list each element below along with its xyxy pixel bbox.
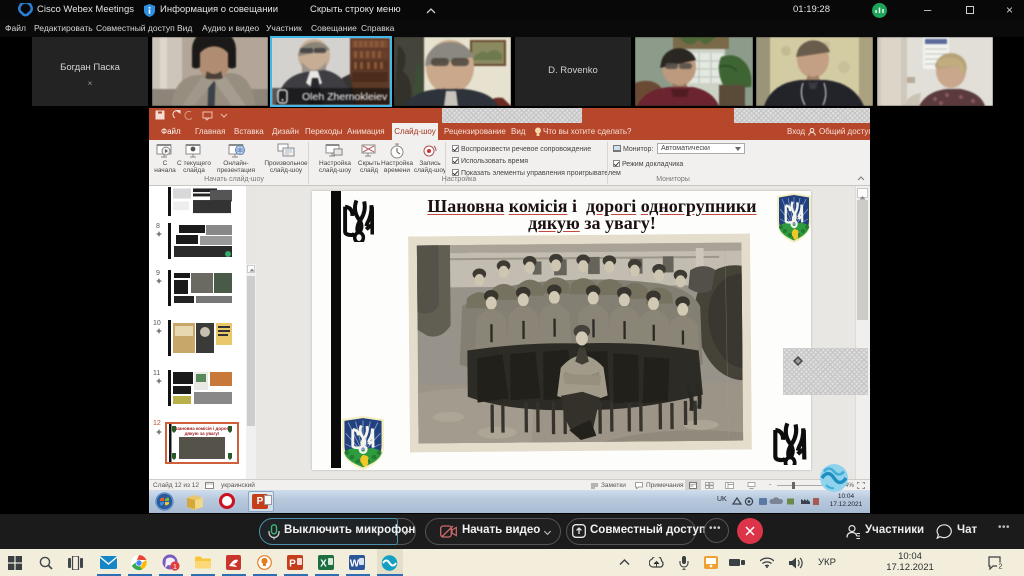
svg-text:Oleh Zhernokleiev: Oleh Zhernokleiev: [302, 91, 388, 103]
svg-text:W: W: [350, 559, 360, 570]
svg-text:P: P: [289, 559, 296, 570]
svg-text:2: 2: [999, 564, 1003, 570]
svg-text:1: 1: [173, 564, 177, 571]
svg-text:X: X: [320, 559, 327, 570]
svg-text:дякую за увагу!: дякую за увагу!: [185, 431, 220, 436]
